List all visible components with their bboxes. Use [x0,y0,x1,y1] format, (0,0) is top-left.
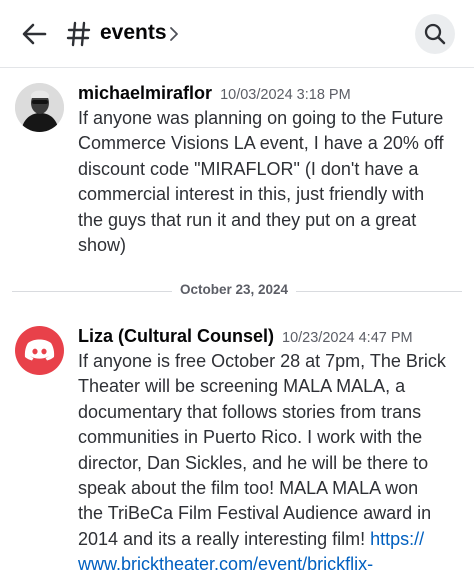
message-line: discount code "MIRAFLOR" (I don't have a [78,158,419,179]
message-timestamp: 10/23/2024 4:47 PM [282,330,413,346]
avatar[interactable] [15,326,64,375]
message-line: the TriBeCa Film Festival Audience award… [78,503,432,524]
discord-logo-icon [24,339,55,361]
message-line: speak about the film too! MALA MALA won [78,478,419,499]
message-line: www.bricktheater.com/event/brickflix- [78,552,462,577]
search-icon [424,23,446,45]
event-link[interactable]: https:// [370,529,424,549]
message-line: the guys that run it and they put on a g… [78,209,417,230]
search-button[interactable] [415,14,455,54]
avatar[interactable] [15,83,64,132]
message-author[interactable]: Liza (Cultural Counsel) 10/23/2024 4:47 P… [78,326,413,347]
message-line: show) [78,235,127,256]
message-line: documentary that follows stories from tr… [78,401,422,422]
message-line: director, Dan Sickles, and he will be th… [78,452,429,473]
message-line: 2014 and its a really interesting film! … [78,528,425,549]
message-line: If anyone is free October 28 at 7pm, The… [78,351,446,371]
channel-name[interactable]: events [100,21,167,45]
channel-header: events [0,0,474,68]
message-line: commercial interest in this, just friend… [78,184,425,205]
message-body: If anyone was planning on going to the F… [78,106,462,258]
hash-icon [66,21,91,47]
message-author[interactable]: michaelmiraflor 10/03/2024 3:18 PM [78,83,351,104]
chevron-right-icon[interactable] [168,26,180,42]
message-line: communities in Puerto Rico. I work with … [78,427,423,448]
message-line: Theater will be screening MALA MALA, a [78,376,406,397]
message-line: If anyone was planning on going to the F… [78,108,444,128]
message-line: Commerce Visions LA event, I have a 20% … [78,133,444,154]
arrow-left-icon[interactable] [20,20,48,48]
message-timestamp: 10/03/2024 3:18 PM [220,87,351,103]
message-body: If anyone is free October 28 at 7pm, The… [78,349,462,578]
date-divider-label: October 23, 2024 [172,282,297,297]
event-link-continued[interactable]: www.bricktheater.com/event/brickflix- [78,554,373,574]
